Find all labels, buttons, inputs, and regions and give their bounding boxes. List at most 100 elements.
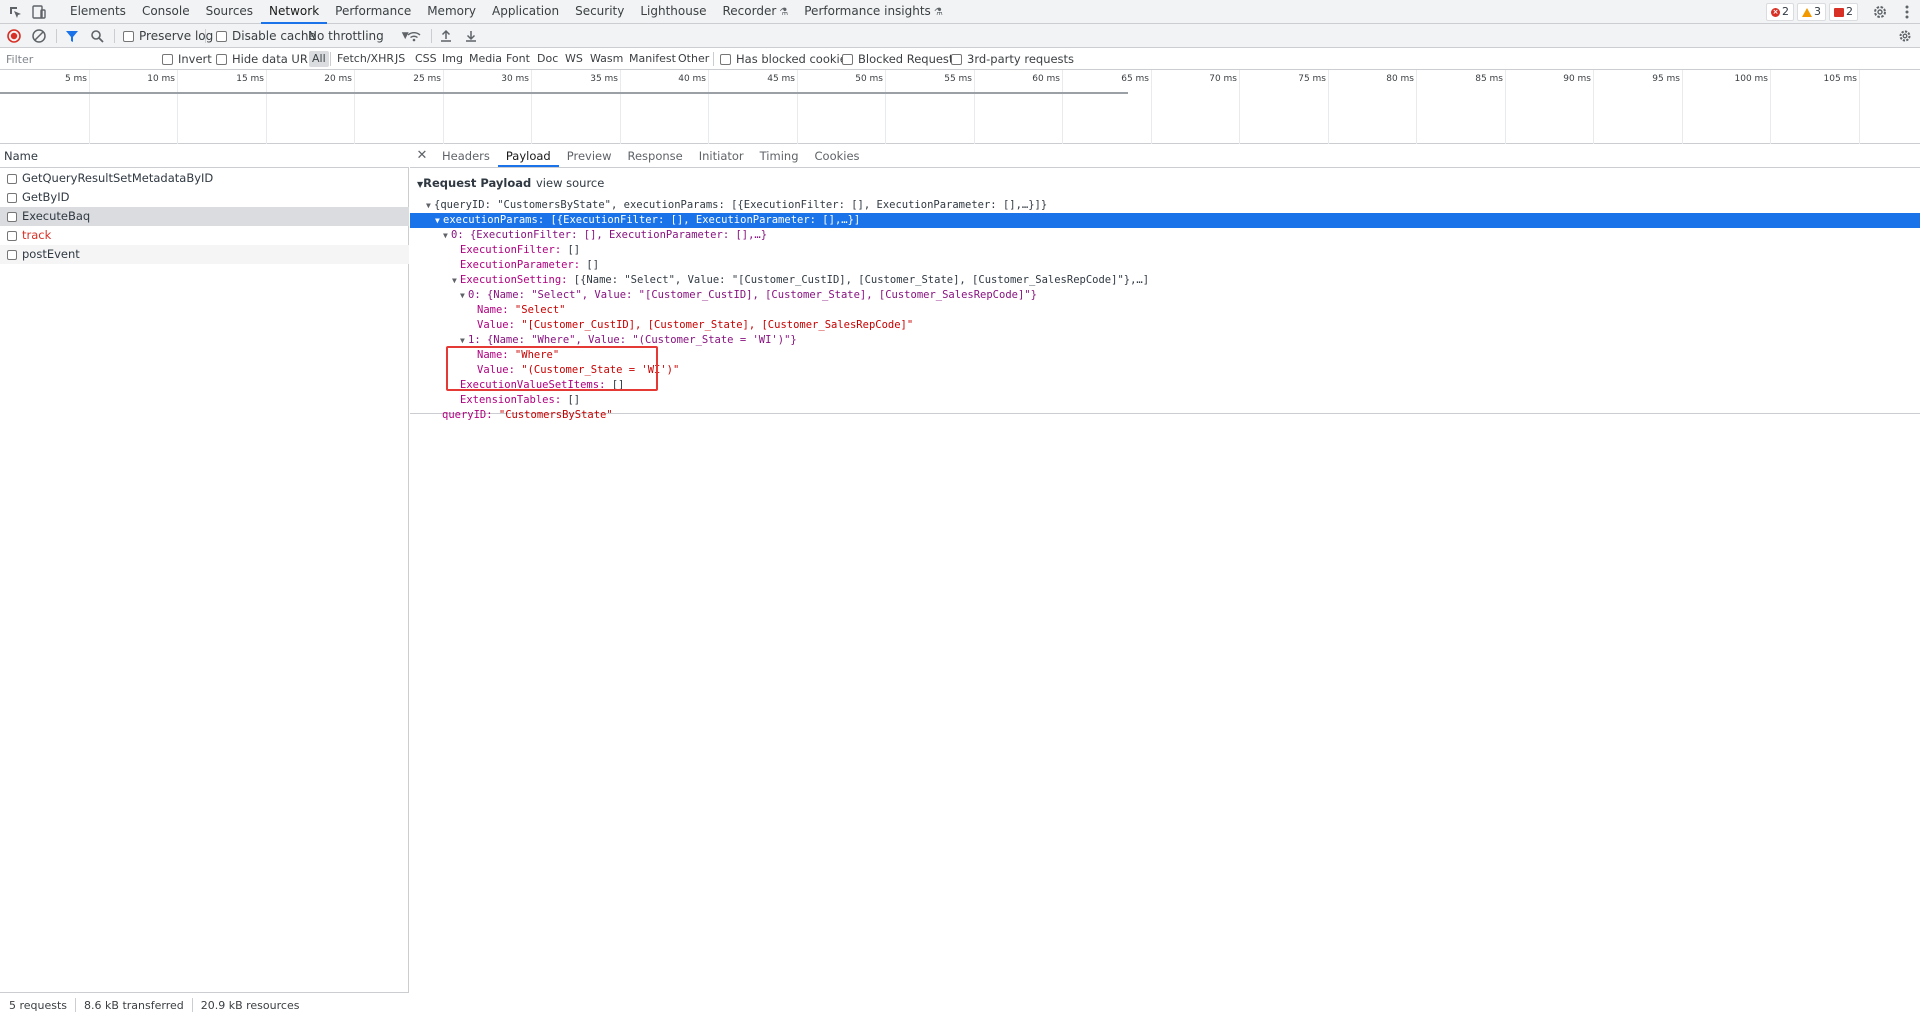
- tab-sources[interactable]: Sources: [198, 0, 261, 24]
- issue-counters[interactable]: × 2 3 2: [1766, 3, 1858, 21]
- execution-setting-node[interactable]: ▼ ExecutionSetting: [{Name: "Select", Val…: [410, 273, 1920, 288]
- type-filter-all[interactable]: All: [309, 51, 329, 67]
- tab-lighthouse[interactable]: Lighthouse: [632, 0, 714, 24]
- import-har-icon[interactable]: [438, 28, 454, 44]
- tab-console[interactable]: Console: [134, 0, 198, 24]
- third-party-requests-checkbox[interactable]: 3rd-party requests: [951, 48, 1074, 70]
- filter-bar: Invert Hide data URLs All Fetch/XHR JS C…: [0, 48, 1920, 70]
- throttling-select[interactable]: No throttling ▼: [308, 24, 409, 48]
- expand-triangle-icon: ▼: [460, 291, 465, 300]
- execution-filter-node[interactable]: ExecutionFilter: []: [410, 243, 1920, 258]
- warning-count: 3: [1814, 5, 1821, 18]
- timeline-tick-label: 30 ms: [501, 74, 529, 84]
- invert-checkbox[interactable]: Invert: [162, 48, 212, 70]
- type-filter-js[interactable]: JS: [392, 51, 408, 67]
- devtools-tab-bar: Elements Console Sources Network Perform…: [0, 0, 1920, 24]
- node-value: []: [580, 259, 600, 271]
- request-row[interactable]: GetQueryResultSetMetadataByID: [0, 169, 409, 188]
- request-row[interactable]: postEvent: [0, 245, 409, 264]
- tab-performance[interactable]: Performance: [327, 0, 419, 24]
- timeline-tick-label: 60 ms: [1032, 74, 1060, 84]
- timeline-gridline: [1416, 70, 1417, 144]
- filter-icon[interactable]: [64, 28, 80, 44]
- type-filter-other[interactable]: Other: [675, 51, 712, 67]
- type-filter-wasm[interactable]: Wasm: [587, 51, 626, 67]
- tab-security[interactable]: Security: [567, 0, 632, 24]
- timeline-gridline: [1062, 70, 1063, 144]
- preserve-log-checkbox[interactable]: Preserve log: [123, 24, 213, 48]
- inspect-element-icon[interactable]: [6, 3, 24, 21]
- issues-count-badge[interactable]: 2: [1829, 3, 1858, 21]
- network-settings-gear-icon[interactable]: [1897, 28, 1913, 44]
- tab-memory[interactable]: Memory: [419, 0, 484, 24]
- timeline-tick-label: 55 ms: [944, 74, 972, 84]
- timeline-tick-label: 50 ms: [855, 74, 883, 84]
- node-value: [{ExecutionFilter: [], ExecutionParamete…: [544, 214, 861, 226]
- payload-root[interactable]: ▼ {queryID: "CustomersByState", execution…: [410, 198, 1920, 213]
- tab-network[interactable]: Network: [261, 0, 328, 24]
- tab-response[interactable]: Response: [620, 144, 691, 167]
- device-toolbar-icon[interactable]: [30, 3, 48, 21]
- type-filter-ws[interactable]: WS: [562, 51, 586, 67]
- disable-cache-checkbox[interactable]: Disable cache: [216, 24, 316, 48]
- tab-headers[interactable]: Headers: [434, 144, 498, 167]
- hide-data-urls-checkbox[interactable]: Hide data URLs: [216, 48, 320, 70]
- tab-initiator[interactable]: Initiator: [691, 144, 752, 167]
- timeline-overview[interactable]: 5 ms 10 ms 15 ms 20 ms 25 ms 30 ms 35 ms 40 ms 4…: [0, 70, 1920, 144]
- flask-icon: ⚗: [933, 7, 943, 18]
- execution-setting-item-0[interactable]: ▼ 0: {Name: "Select", Value: "[Customer_C…: [410, 288, 1920, 303]
- request-payload-section[interactable]: ▼Request Payload: [417, 176, 531, 190]
- type-filter-css[interactable]: CSS: [412, 51, 440, 67]
- filter-input[interactable]: [2, 50, 150, 68]
- request-row[interactable]: track: [0, 226, 409, 245]
- type-filter-fetch-xhr[interactable]: Fetch/XHR: [334, 51, 397, 67]
- more-options-icon[interactable]: [1898, 3, 1916, 21]
- type-filter-font[interactable]: Font: [503, 51, 533, 67]
- tab-performance-insights[interactable]: Performance insights ⚗: [796, 0, 951, 24]
- checkbox-icon: [720, 53, 731, 65]
- node-key: ExtensionTables:: [460, 394, 562, 406]
- tab-timing[interactable]: Timing: [752, 144, 807, 167]
- type-filter-media[interactable]: Media: [466, 51, 505, 67]
- has-blocked-cookies-checkbox[interactable]: Has blocked cookies: [720, 48, 853, 70]
- type-filter-manifest[interactable]: Manifest: [626, 51, 679, 67]
- node-value: "[Customer_CustID], [Customer_State], [C…: [514, 319, 914, 331]
- tab-payload[interactable]: Payload: [497, 144, 559, 167]
- tab-application[interactable]: Application: [484, 0, 567, 24]
- has-blocked-cookies-label: Has blocked cookies: [736, 52, 853, 66]
- clear-icon[interactable]: [31, 28, 47, 44]
- view-source-link[interactable]: view source: [536, 176, 604, 190]
- tab-recorder[interactable]: Recorder ⚗: [715, 0, 797, 24]
- execution-params-item-0[interactable]: ▼ 0: {ExecutionFilter: [], ExecutionParam…: [410, 228, 1920, 243]
- search-icon[interactable]: [89, 28, 105, 44]
- type-filter-doc[interactable]: Doc: [534, 51, 561, 67]
- timeline-tick-label: 70 ms: [1209, 74, 1237, 84]
- request-row[interactable]: GetByID: [0, 188, 409, 207]
- type-filter-img[interactable]: Img: [439, 51, 466, 67]
- checkbox-icon: [7, 249, 17, 260]
- timeline-gridline: [443, 70, 444, 144]
- network-conditions-icon[interactable]: [406, 28, 422, 44]
- request-row[interactable]: ExecuteBaq: [0, 207, 409, 226]
- query-id-node[interactable]: queryID: "CustomersByState": [410, 408, 1920, 423]
- error-count-badge[interactable]: × 2: [1766, 3, 1794, 21]
- export-har-icon[interactable]: [463, 28, 479, 44]
- setting-0-value[interactable]: Value: "[Customer_CustID], [Customer_Sta…: [410, 318, 1920, 333]
- timeline-gridline: [1328, 70, 1329, 144]
- timeline-gridline: [1770, 70, 1771, 144]
- blocked-requests-checkbox[interactable]: Blocked Requests: [842, 48, 959, 70]
- tab-cookies[interactable]: Cookies: [807, 144, 868, 167]
- tab-preview[interactable]: Preview: [559, 144, 620, 167]
- name-column-header[interactable]: Name: [0, 144, 409, 168]
- warning-count-badge[interactable]: 3: [1797, 3, 1826, 21]
- node-value: "Select": [508, 304, 566, 316]
- tab-elements[interactable]: Elements: [62, 0, 134, 24]
- execution-params-node[interactable]: ▼ executionParams: [{ExecutionFilter: [],…: [410, 213, 1920, 228]
- settings-gear-icon[interactable]: [1871, 3, 1889, 21]
- payload-view: ▼Request Payload view source ▼ {queryID: …: [410, 168, 1920, 421]
- setting-0-name[interactable]: Name: "Select": [410, 303, 1920, 318]
- extension-tables-node[interactable]: ExtensionTables: []: [410, 393, 1920, 408]
- record-stop-icon[interactable]: [6, 28, 22, 44]
- execution-parameter-node[interactable]: ExecutionParameter: []: [410, 258, 1920, 273]
- close-icon[interactable]: ✕: [410, 144, 434, 167]
